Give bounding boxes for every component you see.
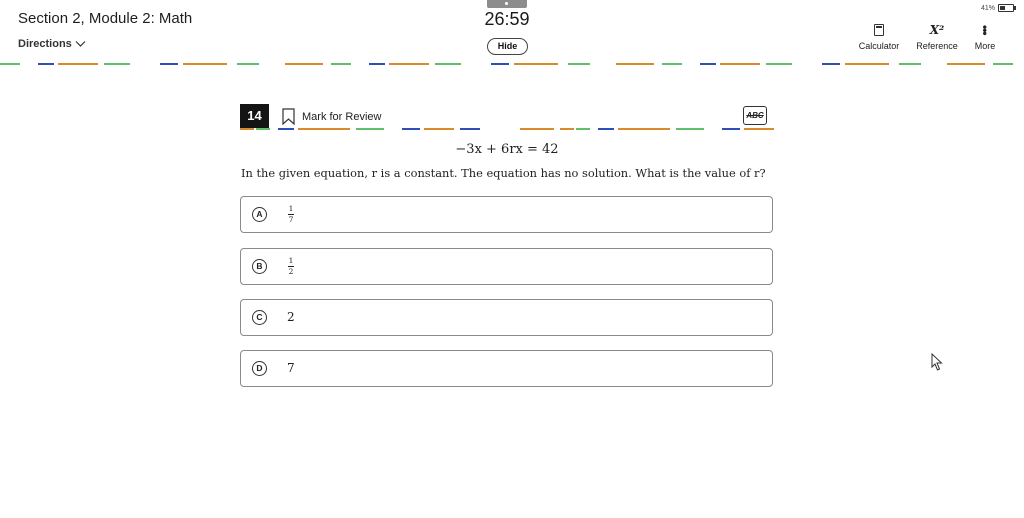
choice-letter: D	[252, 361, 267, 376]
fraction-denominator: 2	[288, 267, 294, 276]
mouse-cursor-icon	[931, 353, 943, 371]
directions-label: Directions	[18, 38, 72, 50]
battery-icon	[998, 4, 1017, 12]
question-divider	[240, 128, 775, 131]
choice-letter: A	[252, 207, 267, 222]
abc-strikethrough-button[interactable]: ABC	[743, 106, 767, 125]
choice-value-fraction: 1 7	[288, 205, 294, 224]
choice-c[interactable]: C 2	[240, 299, 773, 336]
reference-button[interactable]: X² Reference	[911, 22, 963, 51]
header-divider	[0, 63, 1024, 66]
question-number: 14	[240, 104, 269, 128]
mark-for-review-label: Mark for Review	[302, 110, 382, 123]
battery-indicator: 41%	[981, 4, 1017, 12]
choice-letter: C	[252, 310, 267, 325]
mark-for-review-button[interactable]: Mark for Review	[282, 108, 381, 125]
choice-letter: B	[252, 259, 267, 274]
equation: −3x + 6rx = 42	[455, 142, 559, 157]
fraction-numerator: 1	[288, 256, 294, 265]
chevron-down-icon	[75, 41, 86, 47]
more-button[interactable]: ••• More	[966, 22, 1004, 51]
timer: 26:59	[484, 9, 530, 29]
fraction-numerator: 1	[288, 204, 294, 213]
choice-value-fraction: 1 2	[288, 257, 294, 276]
calculator-label: Calculator	[858, 41, 900, 51]
fraction-denominator: 7	[288, 215, 294, 224]
reference-icon: X²	[929, 23, 945, 37]
question-text: In the given equation, r is a constant. …	[241, 166, 766, 180]
timer-handle	[487, 0, 527, 8]
calculator-icon	[874, 24, 884, 36]
bookmark-icon	[282, 108, 295, 125]
choice-d[interactable]: D 7	[240, 350, 773, 387]
calculator-button[interactable]: Calculator	[853, 22, 905, 51]
section-title: Section 2, Module 2: Math	[18, 10, 193, 27]
choice-b[interactable]: B 1 2	[240, 248, 773, 285]
battery-percent: 41%	[981, 4, 996, 12]
choice-value: 2	[287, 310, 295, 324]
more-label: More	[974, 41, 996, 51]
choice-value: 7	[287, 361, 295, 375]
directions-toggle[interactable]: Directions	[18, 38, 86, 50]
hide-timer-button[interactable]: Hide	[487, 38, 528, 55]
reference-label: Reference	[916, 41, 958, 51]
more-icon: •••	[978, 25, 992, 35]
choice-a[interactable]: A 1 7	[240, 196, 773, 233]
